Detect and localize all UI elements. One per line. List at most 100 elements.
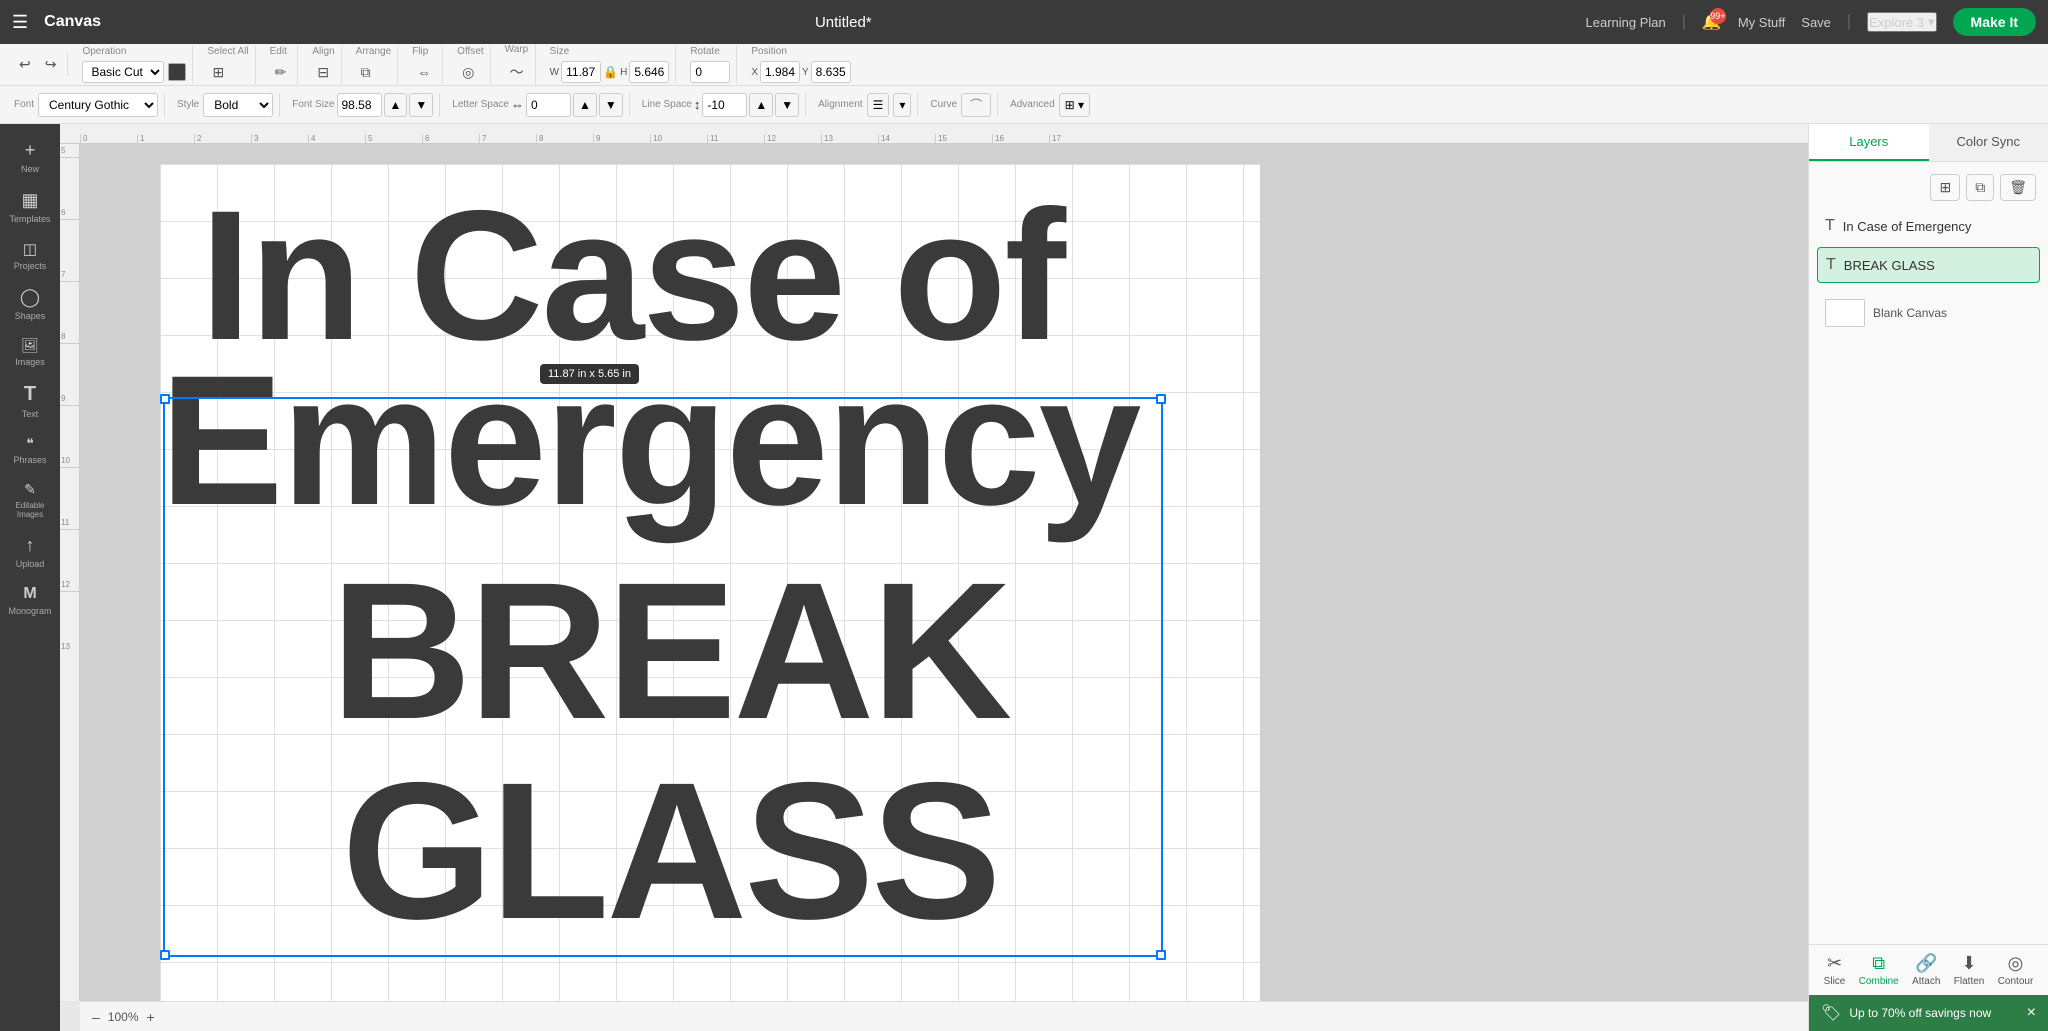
edit-button[interactable]: ✏ [270,61,292,84]
edit-group: Edit ✏ [264,46,299,84]
action-attach[interactable]: 🔗 Attach [1912,953,1940,987]
sidebar-label-new: New [21,164,39,174]
learning-plan-link[interactable]: Learning Plan [1586,15,1666,30]
app-title: Canvas [44,13,101,31]
advanced-group: Advanced ⊞ ▾ [1004,93,1096,117]
height-input[interactable] [629,61,669,83]
upload-icon: ↑ [26,535,35,556]
line-space-up[interactable]: ▲ [749,93,773,117]
my-stuff-link[interactable]: My Stuff [1738,15,1785,30]
x-input[interactable] [760,61,800,83]
action-combine[interactable]: ⧉ Combine [1859,953,1899,987]
layer-item-1[interactable]: T In Case of Emergency [1817,209,2040,243]
sidebar-label-images: Images [15,357,45,367]
left-sidebar: + New ▦ Templates ◫ Projects ◯ Shapes 🖼 … [0,124,60,1031]
arrange-button[interactable]: ⧉ [356,61,376,84]
font-size-down[interactable]: ▼ [409,93,433,117]
style-group: Style Bold [171,93,280,117]
top-navigation: ☰ Canvas Untitled* Learning Plan | 🔔 99+… [0,0,2048,44]
explore-button[interactable]: Explore 3 ▾ [1867,12,1936,32]
font-size-input[interactable] [337,93,382,117]
duplicate-button[interactable]: ⧉ [1966,174,1994,201]
lock-icon[interactable]: 🔒 [603,65,618,79]
letter-space-up[interactable]: ▲ [573,93,597,117]
nav-right: Learning Plan | 🔔 99+ My Stuff Save | Ex… [1586,8,2036,36]
monogram-icon: M [23,585,36,603]
operation-select[interactable]: Basic Cut [82,61,164,83]
nav-divider-1: | [1682,13,1686,31]
size-tooltip: 11.87 in x 5.65 in [540,364,639,384]
style-select[interactable]: Bold [203,93,273,117]
sidebar-item-shapes[interactable]: ◯ Shapes [0,279,60,329]
sidebar-item-new[interactable]: + New [0,132,60,182]
line-space-input[interactable] [702,93,747,117]
sidebar-item-text[interactable]: T Text [0,375,60,427]
align-chevron[interactable]: ▾ [893,93,911,117]
sidebar-item-projects[interactable]: ◫ Projects [0,232,60,279]
sidebar-label-upload: Upload [16,559,45,569]
hamburger-icon[interactable]: ☰ [12,12,28,33]
flip-button[interactable]: ⇔ [412,61,436,83]
sidebar-item-templates[interactable]: ▦ Templates [0,182,60,232]
notification-button[interactable]: 🔔 99+ [1702,12,1722,32]
font-size-up[interactable]: ▲ [384,93,408,117]
letter-space-down[interactable]: ▼ [599,93,623,117]
line-space-down[interactable]: ▼ [775,93,799,117]
letter-space-input[interactable] [526,93,571,117]
action-slice[interactable]: ✂ Slice [1824,953,1846,987]
sidebar-label-monogram: Monogram [8,606,51,616]
handle-bottom-right[interactable] [1156,950,1166,960]
curve-label: Curve [930,99,957,110]
redo-button[interactable]: ↪ [40,53,62,76]
flatten-icon: ⬇ [1962,953,1977,974]
offset-label: Offset [457,46,484,57]
advanced-button[interactable]: ⊞ ▾ [1059,93,1090,117]
tab-color-sync[interactable]: Color Sync [1929,124,2048,161]
position-group: Position X Y [745,46,856,83]
rotate-input[interactable] [690,61,730,83]
promo-close-button[interactable]: × [2027,1004,2036,1022]
alignment-group: Alignment ☰ ▾ [812,93,918,117]
canvas-container[interactable]: In Case of Emergency 11.87 in x 5.65 in … [80,144,1808,1001]
font-group: Font Century Gothic [8,93,165,117]
canvas-surface[interactable]: In Case of Emergency 11.87 in x 5.65 in … [160,164,1260,1001]
color-swatch[interactable] [168,63,186,81]
tab-layers[interactable]: Layers [1809,124,1929,161]
sidebar-item-images[interactable]: 🖼 Images [0,329,60,375]
operation-toolbar: ↩ ↪ Operation Basic Cut Select All ⊞ Edi… [0,44,2048,86]
sidebar-item-monogram[interactable]: M Monogram [0,577,60,624]
text-emergency[interactable]: Emergency [160,349,1170,534]
action-flatten[interactable]: ⬇ Flatten [1954,953,1985,987]
zoom-in-button[interactable]: + [147,1009,155,1025]
align-button[interactable]: ⊟ [312,61,334,84]
action-contour[interactable]: ◎ Contour [1998,953,2034,987]
select-all-button[interactable]: ⊞ [207,61,229,84]
zoom-out-button[interactable]: – [92,1009,100,1025]
width-input[interactable] [561,61,601,83]
layer-item-2[interactable]: T BREAK GLASS [1817,247,2040,283]
sidebar-item-phrases[interactable]: ❝ Phrases [0,427,60,473]
sidebar-item-editable-images[interactable]: ✎ Editable Images [0,473,60,527]
y-input[interactable] [811,61,851,83]
warp-group: Warp 〜 [499,44,536,85]
undo-button[interactable]: ↩ [14,53,36,76]
save-link[interactable]: Save [1801,15,1831,30]
group-button[interactable]: ⊞ [1930,174,1960,201]
attach-icon: 🔗 [1915,953,1937,974]
offset-button[interactable]: ◎ [457,61,479,84]
operation-label: Operation [82,46,126,57]
text-glass[interactable]: GLASS [170,754,1170,949]
blank-canvas-thumbnail[interactable] [1825,299,1865,327]
curve-button[interactable]: ⌒ [961,93,991,117]
align-left-button[interactable]: ☰ [867,93,890,117]
text-break[interactable]: BREAK [170,554,1170,749]
warp-button[interactable]: 〜 [505,59,529,85]
align-group: Align ⊟ [306,46,341,84]
delete-button[interactable]: 🗑 [2000,174,2036,201]
handle-bottom-left[interactable] [160,950,170,960]
font-select[interactable]: Century Gothic [38,93,158,117]
curve-group: Curve ⌒ [924,93,998,117]
sidebar-item-upload[interactable]: ↑ Upload [0,527,60,577]
make-it-button[interactable]: Make It [1953,8,2036,36]
nav-divider-2: | [1847,13,1851,31]
